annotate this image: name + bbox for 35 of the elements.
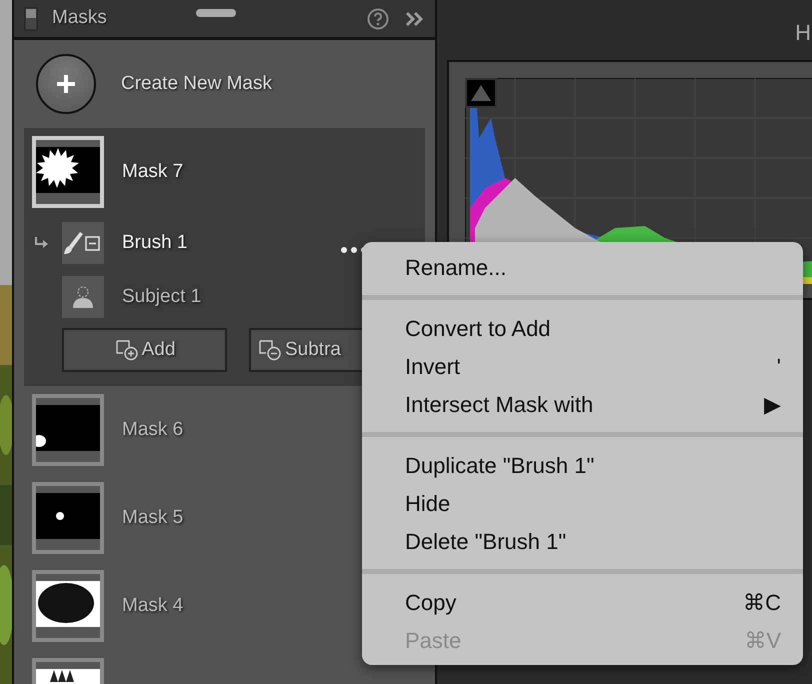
- shortcut-label: ⌘C: [743, 588, 781, 616]
- brush-icon: [62, 230, 102, 256]
- collapse-icon[interactable]: [405, 10, 425, 26]
- mask-name[interactable]: Mask 4: [122, 592, 184, 620]
- mask-name[interactable]: Mask 6: [122, 416, 184, 444]
- menu-item[interactable]: Duplicate "Brush 1": [362, 446, 803, 484]
- clipping-warning-icon[interactable]: [465, 78, 497, 108]
- mask-name[interactable]: Mask 5: [122, 504, 184, 532]
- add-button[interactable]: Add: [62, 328, 227, 372]
- drag-handle[interactable]: [196, 9, 236, 17]
- component-name[interactable]: Subject 1: [122, 282, 202, 312]
- create-mask-label[interactable]: Create New Mask: [121, 70, 272, 98]
- panel-title: Masks: [52, 6, 107, 30]
- mask-thumbnail[interactable]: [32, 394, 104, 466]
- menu-item[interactable]: Hide: [362, 484, 803, 522]
- add-shape-icon: [114, 338, 138, 362]
- shortcut-label: ': [776, 352, 781, 380]
- panel-toggle-icon[interactable]: [24, 6, 38, 30]
- menu-item[interactable]: Copy ⌘C: [362, 583, 803, 621]
- plus-icon: [55, 73, 77, 95]
- component-name[interactable]: Brush 1: [122, 228, 188, 258]
- panel-heading: H: [795, 19, 811, 47]
- person-icon: [70, 284, 96, 310]
- mask-thumbnail[interactable]: [32, 136, 104, 208]
- child-arrow-icon: [34, 236, 50, 250]
- menu-item[interactable]: Rename...: [362, 248, 803, 286]
- menu-item[interactable]: Intersect Mask with ▶: [362, 385, 803, 423]
- shortcut-label: ⌘V: [744, 626, 781, 654]
- menu-item[interactable]: Delete "Brush 1": [362, 522, 803, 560]
- mask-thumbnail[interactable]: [32, 570, 104, 642]
- mask-name[interactable]: Mask 7: [122, 158, 184, 186]
- help-icon[interactable]: [367, 8, 389, 30]
- mask-thumbnail[interactable]: [32, 482, 104, 554]
- subtract-shape-icon: [257, 338, 281, 362]
- submenu-arrow: ▶: [764, 390, 781, 418]
